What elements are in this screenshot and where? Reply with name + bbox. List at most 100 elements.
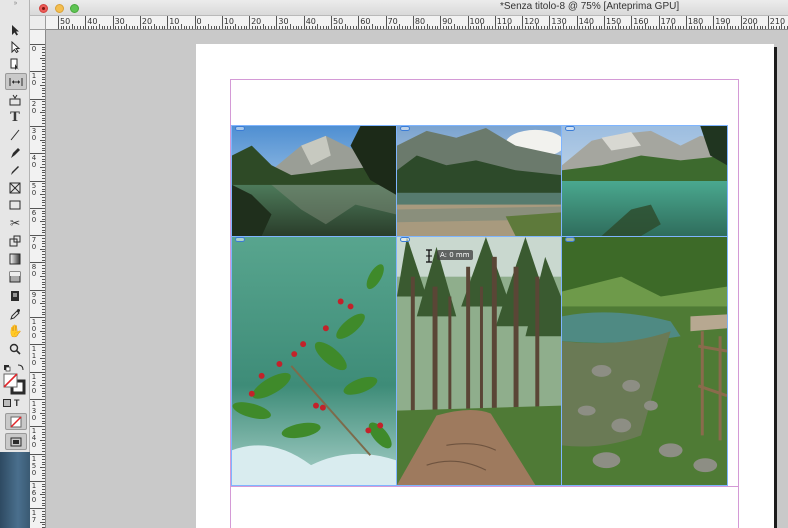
close-window-button[interactable] [39,4,48,13]
ruler-minor-tick [42,510,45,512]
ruler-minor-tick [42,497,45,499]
ruler-minor-tick [407,26,409,29]
ruler-label: 170 [660,17,676,26]
ruler-minor-tick [642,26,644,29]
page-tool-icon[interactable] [5,56,25,71]
ruler-minor-tick [42,456,45,458]
link-icon[interactable] [235,237,245,242]
ruler-minor-tick [497,26,499,29]
ruler-minor-tick [688,26,690,29]
pasteboard[interactable]: A: 0 mm [46,30,788,528]
gradient-swatch-tool-icon[interactable] [5,251,25,266]
selection-tool-icon[interactable] [5,22,25,37]
ruler-minor-tick [224,26,226,29]
photo-lake-forest-2[interactable] [396,125,562,237]
pencil-tool-icon[interactable] [5,162,25,177]
ruler-minor-tick [42,469,45,471]
fill-stroke-swatch[interactable] [3,373,27,395]
ruler-minor-tick [317,24,319,29]
ruler-minor-tick [137,26,139,29]
ruler-label: 140 [578,17,594,26]
ruler-minor-tick [451,26,453,29]
ruler-minor-tick [661,26,663,29]
ruler-minor-tick [42,483,45,485]
ruler-origin[interactable] [30,16,46,30]
ruler-minor-tick [42,106,45,108]
photo-forest-path[interactable]: A: 0 mm [396,236,562,486]
ruler-minor-tick [40,276,45,278]
ruler-major-tick [331,16,332,29]
ruler-minor-tick [502,26,504,29]
ruler-minor-tick [287,26,289,29]
gradient-feather-tool-icon[interactable] [5,269,25,284]
link-icon[interactable] [565,126,575,131]
ruler-minor-tick [590,24,592,29]
hand-tool-icon[interactable]: ✋ [5,323,25,338]
zoom-tool-icon[interactable] [5,341,25,356]
ruler-minor-tick [42,519,45,521]
type-tool-icon[interactable]: T [5,110,25,125]
free-transform-tool-icon[interactable] [5,233,25,248]
content-collector-icon[interactable] [5,92,25,107]
ruler-minor-tick [601,26,603,29]
ruler-minor-tick [472,26,474,29]
eyedropper-tool-icon[interactable] [5,306,25,321]
ruler-minor-tick [554,26,556,29]
ruler-minor-tick [42,131,45,133]
gap-tool-icon[interactable] [5,73,27,90]
ruler-minor-tick [563,24,565,29]
screen-mode-icon[interactable] [5,433,27,450]
scissors-tool-icon[interactable]: ✂ [5,215,25,230]
ruler-minor-tick [42,327,45,329]
note-tool-icon[interactable] [5,288,25,303]
ruler-minor-tick [42,265,45,267]
vertical-ruler[interactable]: 0 1 0 2 0 3 0 4 0 5 0 6 0 7 0 8 0 9 0 1 0 0 1 1 0 1 … [30,30,46,528]
formatting-affects-toggle[interactable]: T [3,398,27,408]
ruler-label: 1 0 0 [31,318,37,340]
ruler-minor-tick [726,24,728,29]
photo-lake-mountains-3[interactable] [561,125,728,237]
container-icon[interactable] [3,399,11,407]
ruler-minor-tick [186,26,188,29]
ruler-minor-tick [421,26,423,29]
ruler-minor-tick [519,26,521,29]
link-icon[interactable] [400,126,410,131]
ruler-label: 190 [715,17,731,26]
photo-stream-rocks[interactable] [561,236,728,486]
ruler-label: 4 0 [31,154,37,170]
link-icon[interactable] [400,237,410,242]
rectangle-tool-icon[interactable] [5,197,25,212]
ruler-minor-tick [459,26,461,29]
link-icon[interactable] [235,126,245,131]
minimize-window-button[interactable] [55,4,64,13]
text-format-icon[interactable]: T [14,398,20,408]
photo-lake-mountains-1[interactable] [231,125,397,237]
document-page[interactable]: A: 0 mm [196,44,774,528]
ruler-minor-tick [42,87,45,89]
ruler-minor-tick [42,65,45,67]
ruler-minor-tick [40,521,45,523]
ruler-minor-tick [336,26,338,29]
rectangle-frame-tool-icon[interactable] [5,180,25,195]
ruler-minor-tick [475,26,477,29]
photo-berries-branch[interactable] [231,236,397,486]
ruler-label: 0 [31,45,37,53]
link-icon[interactable] [565,237,575,242]
ruler-minor-tick [42,437,45,439]
line-tool-icon[interactable] [5,127,25,142]
horizontal-ruler[interactable]: 50 40 30 20 10 0 10 20 30 40 50 60 70 80 90 100 110 120 13… [46,16,788,30]
ruler-minor-tick [169,26,171,29]
ruler-minor-tick [363,26,365,29]
default-swap-icons[interactable] [3,360,27,372]
ruler-minor-tick [40,112,45,114]
ruler-minor-tick [762,26,764,29]
pen-tool-icon[interactable] [5,145,25,160]
ruler-minor-tick [655,26,657,29]
ruler-minor-tick [423,26,425,29]
zoom-window-button[interactable] [70,4,79,13]
direct-selection-tool-icon[interactable] [5,39,25,54]
ruler-minor-tick [40,385,45,387]
panel-grip-icon[interactable]: ›› [0,0,30,10]
ruler-minor-tick [715,26,717,29]
apply-none-icon[interactable] [5,413,27,430]
